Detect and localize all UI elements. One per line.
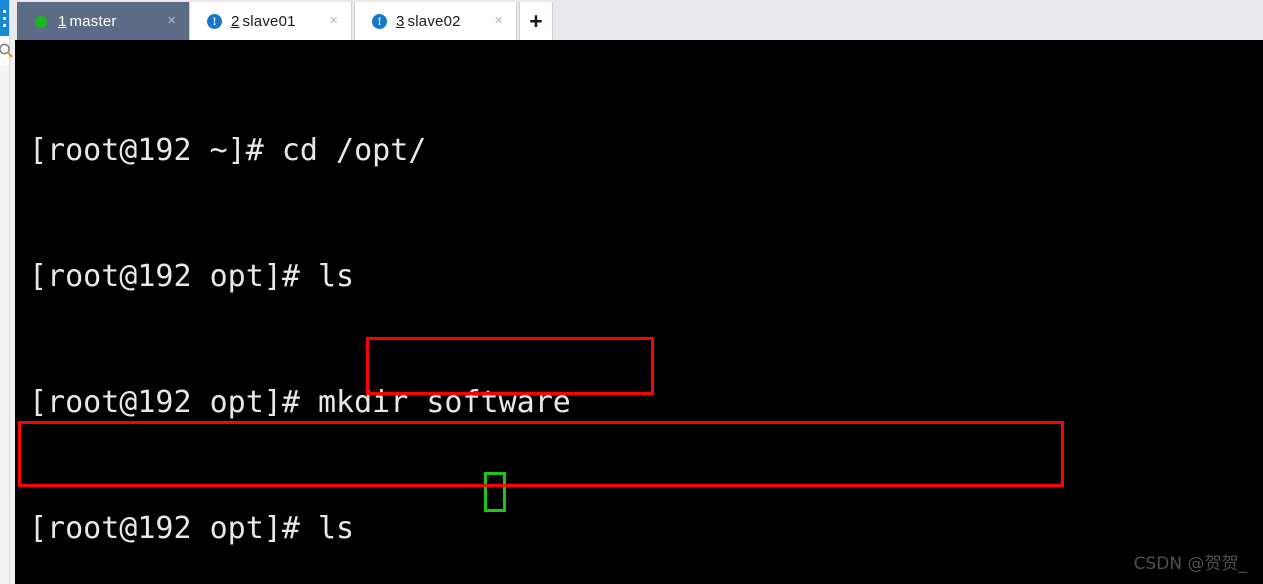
tab-slave02-label: 3 slave02 [396,13,461,30]
watermark: CSDN @贺贺_ [1133,554,1247,574]
tab-slave02-close-icon[interactable]: × [494,13,503,28]
hamburger-menu-icon[interactable] [0,0,9,36]
tab-bar: 1 master × ! 2 slave01 × ! 3 slave02 × + [9,0,1263,40]
tab-slave02-title: slave02 [407,12,461,30]
tab-master-number: 1 [58,12,67,30]
terminal-output[interactable]: [root@192 ~]# cd /opt/ [root@192 opt]# l… [15,40,1263,584]
tab-slave01[interactable]: ! 2 slave01 × [189,2,352,40]
menu-dot [3,17,6,20]
terminal-line: [root@192 ~]# cd /opt/ [29,133,427,168]
tab-slave02[interactable]: ! 3 slave02 × [354,2,517,40]
terminal-lines: [root@192 ~]# cd /opt/ [root@192 opt]# l… [29,46,878,584]
tab-slave02-number: 3 [396,12,405,30]
terminal-window: 1master × ! 2slave01 × ! 3slave02 × + [0,0,1263,584]
tab-slave01-number: 2 [231,12,240,30]
warning-icon: ! [207,13,222,29]
search-icon[interactable] [0,38,13,66]
tab-master-close-icon[interactable]: × [167,13,176,28]
tab-slave01-label: 2 slave01 [231,13,296,30]
tab-slave01-close-icon[interactable]: × [329,13,338,28]
new-tab-button[interactable]: + [519,2,553,40]
tab-master-label: 1 master [58,13,117,30]
tab-master[interactable]: 1 master × [17,2,189,40]
terminal-frame: [root@192 ~]# cd /opt/ [root@192 opt]# l… [9,40,1263,584]
tab-master-title: master [69,12,117,30]
terminal-cursor [484,472,506,512]
warning-icon: ! [372,13,387,29]
terminal-line: [root@192 opt]# ls [29,511,355,546]
terminal-line: [root@192 opt]# mkdir software [29,385,571,420]
menu-dot [3,24,6,27]
left-rail [0,0,13,584]
menu-dot [3,10,6,13]
terminal-line: [root@192 opt]# ls [29,259,355,294]
tab-slave01-title: slave01 [242,12,296,30]
connected-dot-icon [34,14,49,29]
